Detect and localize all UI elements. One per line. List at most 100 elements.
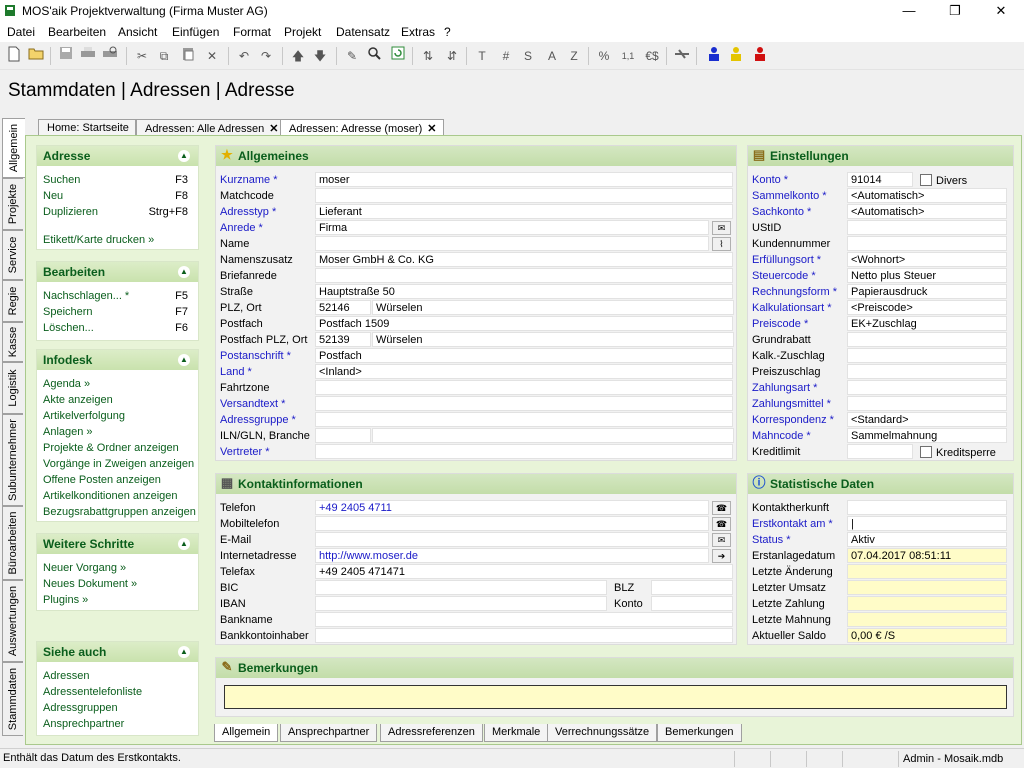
field-adresstyp[interactable]: Lieferant [315,204,733,219]
field-konto[interactable] [651,596,733,611]
menu-projekt[interactable]: Projekt [284,25,321,39]
arrow-up-icon[interactable]: 🡅 [288,46,308,66]
field-preiscode[interactable]: EK+Zuschlag [847,316,1007,331]
field-erstanlagedatum[interactable]: 07.04.2017 08:51:11 [847,548,1007,563]
field-telefax[interactable]: +49 2405 471471 [315,564,733,579]
vtab-regie[interactable]: Regie [2,280,23,322]
vtab-auswertungen[interactable]: Auswertungen [2,580,23,662]
sidebar-item-artikelkonditionen[interactable]: Artikelkonditionen anzeigen [37,488,198,504]
vtab-bueroarbeiten[interactable]: Büroarbeiten [2,506,23,580]
delete-icon[interactable]: ✕ [202,46,222,66]
sidebar-item-loeschen[interactable]: Löschen... F6 [37,320,198,336]
open-folder-icon[interactable] [26,46,46,66]
collapse-icon[interactable]: ▲ [178,266,190,278]
sidebar-item-artikelverfolgung[interactable]: Artikelverfolgung [37,408,198,424]
field-kurzname[interactable]: moser [315,172,733,187]
menu-ansicht[interactable]: Ansicht [118,25,157,39]
kreditsperre-checkbox[interactable] [920,446,932,458]
field-internetadresse[interactable]: http://www.moser.de [315,548,709,563]
arrow-down-icon[interactable]: 🡇 [310,46,330,66]
field-letzte-änderung[interactable] [847,564,1007,579]
bottom-tab-allgemein[interactable]: Allgemein [214,724,279,742]
format-number-icon[interactable]: # [496,46,516,66]
close-tab-icon[interactable]: ✕ [427,123,436,135]
field-letzter-umsatz[interactable] [847,580,1007,595]
collapse-icon[interactable]: ▲ [178,354,190,366]
field-sachkonto[interactable]: <Automatisch> [847,204,1007,219]
cut-icon[interactable]: ✂ [132,46,152,66]
sidebar-item-bezugsrabatt[interactable]: Bezugsrabattgruppen anzeigen [37,504,198,520]
field-grundrabatt[interactable] [847,332,1007,347]
save-icon[interactable] [56,46,76,66]
user-blue-icon[interactable] [704,46,724,66]
print-icon[interactable] [78,46,98,66]
doc-tab-alle-adressen[interactable]: Adressen: Alle Adressen ✕ [136,119,286,136]
sort-desc-icon[interactable]: ⇵ [442,46,462,66]
field-namenszusatz[interactable]: Moser GmbH & Co. KG [315,252,733,267]
vtab-stammdaten[interactable]: Stammdaten [2,662,23,736]
vtab-allgemein[interactable]: Allgemein [2,118,25,178]
menu-format[interactable]: Format [233,25,271,39]
new-document-icon[interactable] [4,46,24,66]
field-steuercode[interactable]: Netto plus Steuer [847,268,1007,283]
format-a-icon[interactable]: A [542,46,562,66]
undo-icon[interactable]: ↶ [234,46,254,66]
bemerkungen-textarea[interactable] [224,685,1007,709]
field-zahlungsmittel[interactable] [847,396,1007,411]
format-z-icon[interactable]: Z [564,46,584,66]
menu-bearbeiten[interactable]: Bearbeiten [48,25,106,39]
field-kreditlimit[interactable] [847,444,913,459]
vtab-service[interactable]: Service [2,230,23,280]
field-vertreter[interactable] [315,444,733,459]
field-erfüllungsort[interactable]: <Wohnort> [847,252,1007,267]
field-rechnungsform[interactable]: Papierausdruck [847,284,1007,299]
field-postfach-plz-ort-2[interactable]: Würselen [372,332,734,347]
minimize-button[interactable]: — [886,0,932,22]
close-tab-icon[interactable]: ✕ [269,123,278,135]
field-telefon[interactable]: +49 2405 4711 [315,500,709,515]
sidebar-header[interactable]: Bearbeiten ▲ [37,262,198,282]
paste-icon[interactable] [178,46,198,66]
sidebar-item-nachschlagen[interactable]: Nachschlagen... * F5 [37,288,198,304]
field-blz[interactable] [651,580,733,595]
user-red-icon[interactable] [750,46,770,66]
menu-datensatz[interactable]: Datensatz [336,25,390,39]
bottom-tab-bemerkungen[interactable]: Bemerkungen [657,724,742,742]
field-ustid[interactable] [847,220,1007,235]
field-letzte-zahlung[interactable] [847,596,1007,611]
field-briefanrede[interactable] [315,268,733,283]
sidebar-item-adressgruppen[interactable]: Adressgruppen [37,700,198,716]
search-icon[interactable] [364,46,384,66]
field-plz-ort-2[interactable]: Würselen [372,300,734,315]
sort-asc-icon[interactable]: ⇅ [418,46,438,66]
divers-checkbox[interactable] [920,174,932,186]
field-adressgruppe[interactable] [315,412,733,427]
email-icon[interactable]: ✉ [712,533,731,547]
menu-extras[interactable]: Extras [401,25,435,39]
refresh-icon[interactable] [388,46,408,66]
field-anrede[interactable]: Firma [315,220,709,235]
field-korrespondenz[interactable]: <Standard> [847,412,1007,427]
field-iban[interactable] [315,596,607,611]
field-mahncode[interactable]: Sammelmahnung [847,428,1007,443]
bottom-tab-adressreferenzen[interactable]: Adressreferenzen [380,724,483,742]
sidebar-item-akte[interactable]: Akte anzeigen [37,392,198,408]
field-zahlungsart[interactable] [847,380,1007,395]
field-postfach-plz-ort-1[interactable]: 52139 [315,332,371,347]
field-matchcode[interactable] [315,188,733,203]
field-kalkulationsart[interactable]: <Preiscode> [847,300,1007,315]
collapse-icon[interactable]: ▲ [178,538,190,550]
field-land[interactable]: <Inland> [315,364,733,379]
sidebar-item-adressen[interactable]: Adressen [37,668,198,684]
sidebar-item-adressentelefonliste[interactable]: Adressentelefonliste [37,684,198,700]
user-yellow-icon[interactable] [726,46,746,66]
field-preiszuschlag[interactable] [847,364,1007,379]
print-preview-icon[interactable] [100,46,120,66]
collapse-icon[interactable]: ▲ [178,150,190,162]
field-konto[interactable]: 91014 [847,172,913,187]
menu-einfuegen[interactable]: Einfügen [172,25,219,39]
sidebar-item-etikett[interactable]: Etikett/Karte drucken » [37,232,198,248]
field-name[interactable] [315,236,709,251]
menu-help[interactable]: ? [444,25,451,39]
sidebar-header[interactable]: Infodesk ▲ [37,350,198,370]
